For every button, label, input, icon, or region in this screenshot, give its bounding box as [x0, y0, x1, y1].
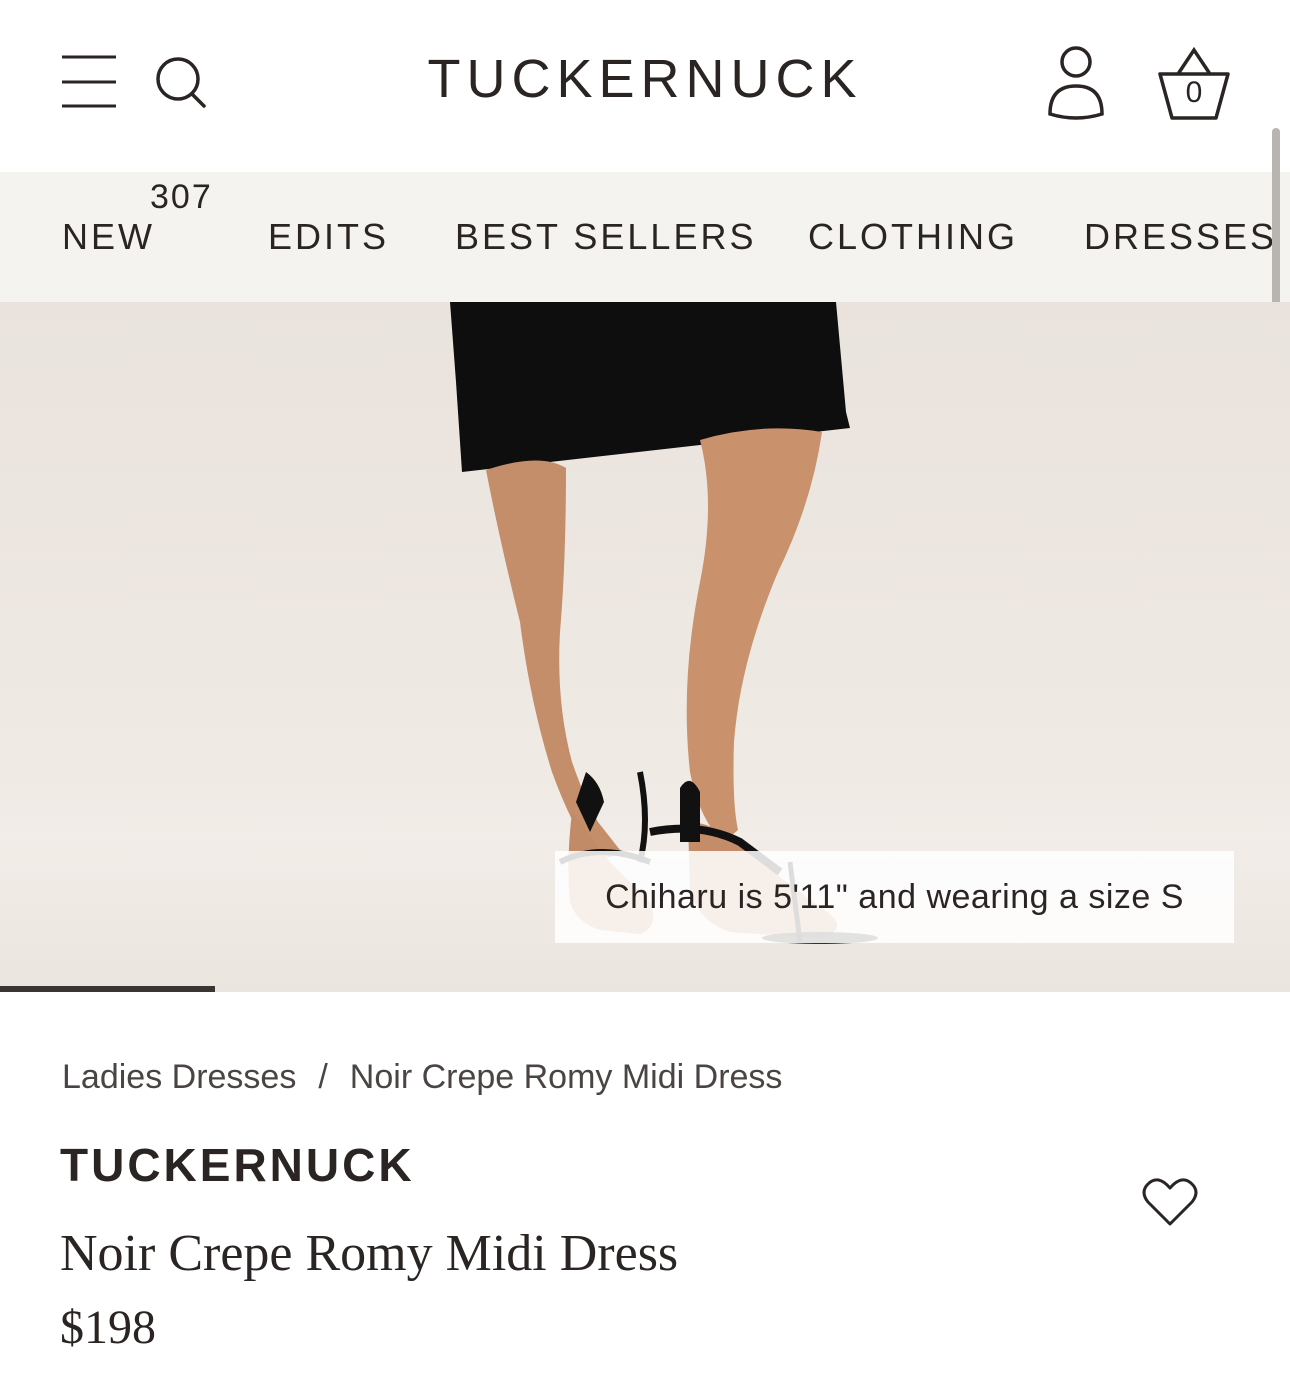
- breadcrumb-link-ladies-dresses[interactable]: Ladies Dresses: [62, 1058, 296, 1096]
- nav-item-dresses[interactable]: DRESSES: [1084, 216, 1277, 258]
- product-price: $198: [60, 1301, 156, 1354]
- breadcrumb-separator: /: [318, 1058, 328, 1096]
- heart-icon[interactable]: [1142, 1176, 1198, 1228]
- category-nav: NEW 307 EDITS BEST SELLERS CLOTHING DRES…: [0, 172, 1290, 302]
- gallery-progress: [0, 986, 1290, 992]
- nav-item-best-sellers[interactable]: BEST SELLERS: [455, 216, 756, 258]
- product-image[interactable]: Chiharu is 5'11" and wearing a size S: [0, 302, 1290, 992]
- product-title: Noir Crepe Romy Midi Dress: [60, 1225, 679, 1282]
- breadcrumb-current: Noir Crepe Romy Midi Dress: [349, 1058, 783, 1096]
- model-size-caption: Chiharu is 5'11" and wearing a size S: [555, 851, 1234, 943]
- nav-item-new[interactable]: NEW: [62, 216, 155, 258]
- nav-item-clothing[interactable]: CLOTHING: [808, 216, 1018, 258]
- account-icon[interactable]: [1044, 44, 1108, 122]
- cart-icon[interactable]: 0: [1154, 44, 1234, 124]
- product-brand[interactable]: TUCKERNUCK: [60, 1138, 415, 1192]
- gallery-progress-fill: [0, 986, 215, 992]
- cart-count-badge: 0: [1185, 76, 1203, 109]
- right-leg: [686, 428, 822, 842]
- site-header: TUCKERNUCK 0: [0, 0, 1290, 172]
- breadcrumb: Ladies Dresses / Noir Crepe Romy Midi Dres…: [62, 1058, 782, 1097]
- nav-new-count-badge: 307: [150, 178, 213, 216]
- nav-item-edits[interactable]: EDITS: [268, 216, 389, 258]
